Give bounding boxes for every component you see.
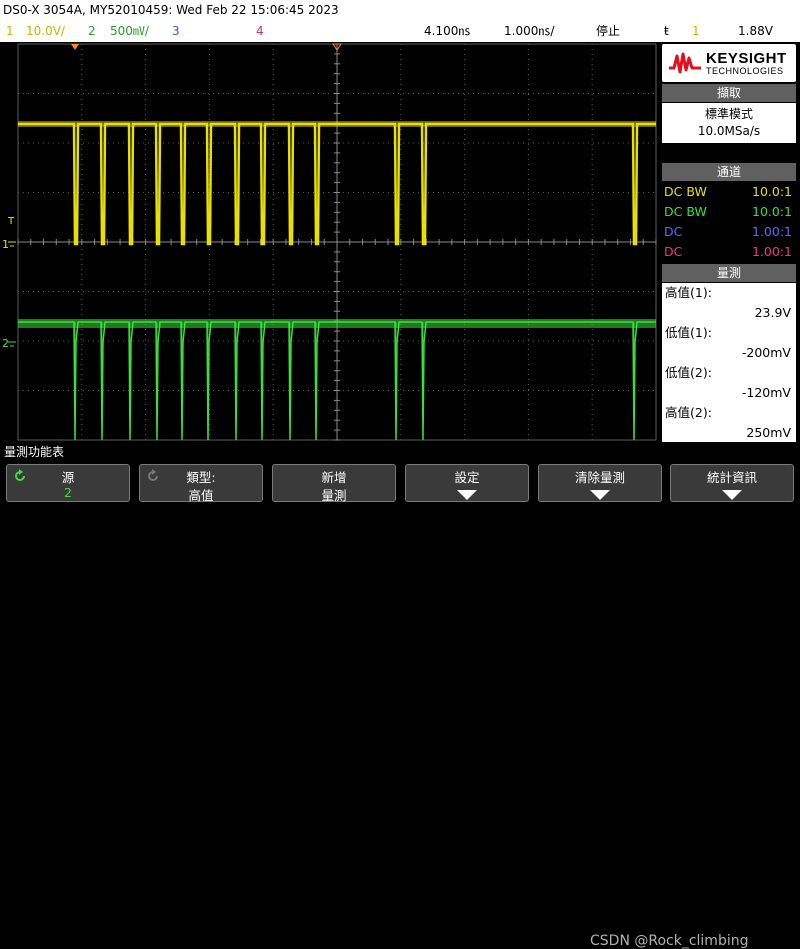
softkey-label: 清除量測 (574, 470, 625, 485)
softkey-value: 量測 (321, 488, 347, 503)
ch2-number[interactable]: 2 (88, 21, 96, 42)
ch4-probe: 1.00:1 (752, 244, 792, 259)
acq-header[interactable]: 擷取 (662, 84, 796, 102)
measure-value: -120mV (741, 385, 791, 400)
softkey-settings[interactable]: 設定 (405, 464, 529, 502)
waveform-graticule: T 1 2 (2, 43, 657, 441)
softkey-add-measure[interactable]: 新增 量測 (272, 464, 396, 503)
trigger-icon: ŧ (664, 24, 669, 38)
time-delay[interactable]: 4.100㎱ (424, 21, 470, 42)
submenu-arrow-icon (590, 490, 610, 500)
softkey-source[interactable]: 源 2 (6, 464, 130, 502)
measure-name: 高值(2): (665, 405, 712, 420)
softkey-statistics[interactable]: 統計資訊 (670, 464, 794, 502)
submenu-arrow-icon (722, 490, 742, 500)
ch2-probe: 10.0:1 (752, 204, 792, 219)
softkey-label: 源 (61, 470, 75, 485)
softkey-value: 高值 (188, 488, 214, 503)
ch1-ground-marker: 1 (2, 238, 9, 251)
softkey-label: 統計資訊 (706, 470, 757, 485)
time-scale[interactable]: 1.000㎱/ (504, 21, 554, 42)
measure-label-3: 低值(2): (662, 363, 796, 383)
right-sidebar: KEYSIGHT TECHNOLOGIES 擷取 標準模式 10.0MSa/s … (658, 42, 800, 442)
ch1-scale[interactable]: 10.0V/ (26, 21, 65, 42)
measure-name: 低值(2): (665, 365, 712, 380)
ch1-noise-band (18, 121, 656, 127)
ch2-ground-marker: 2 (2, 337, 9, 350)
run-state[interactable]: 停止 (596, 21, 620, 42)
softkey-label: 設定 (454, 470, 480, 485)
measure-value-4: 250mV (662, 423, 796, 442)
softkey-label: 新增 (321, 470, 347, 485)
acq-rate: 10.0MSa/s (697, 124, 761, 138)
trigger-position-marker (71, 44, 79, 50)
ch2-scale[interactable]: 500㎷/ (110, 21, 149, 42)
softkey-value: 2 (64, 485, 72, 500)
softkey-type[interactable]: 類型: 高值 (139, 464, 263, 503)
submenu-arrow-icon (457, 490, 477, 500)
window-title: DS0-X 3054A, MY52010459: Wed Feb 22 15:0… (0, 0, 800, 21)
softkey-clear-measure[interactable]: 清除量測 (538, 464, 662, 502)
channel-row-3[interactable]: DC 1.00:1 (662, 222, 796, 242)
brand-name: KEYSIGHT (706, 50, 787, 67)
brand-sub: TECHNOLOGIES (706, 66, 784, 76)
channel-row-1[interactable]: DC BW 10.0:1 (662, 182, 796, 202)
softkey-menu-title: 量測功能表 (0, 444, 800, 461)
measure-value-1: 23.9V (662, 303, 796, 323)
ch1-number[interactable]: 1 (6, 21, 14, 42)
channels-header[interactable]: 通道 (662, 163, 796, 181)
ch4-coupling: DC (664, 244, 683, 259)
channel-row-4[interactable]: DC 1.00:1 (662, 242, 796, 262)
channel-row-2[interactable]: DC BW 10.0:1 (662, 202, 796, 222)
measure-value: 23.9V (754, 305, 791, 320)
ch1-probe: 10.0:1 (752, 184, 792, 199)
measure-header[interactable]: 量測 (662, 264, 796, 282)
measure-label-2: 低值(1): (662, 323, 796, 343)
measure-value: -200mV (741, 345, 791, 360)
ch3-probe: 1.00:1 (752, 224, 792, 239)
acq-panel[interactable]: 標準模式 10.0MSa/s (662, 103, 796, 143)
status-bar: 1 10.0V/ 2 500㎷/ 3 4 4.100㎱ 1.000㎱/ 停止 ŧ… (0, 21, 800, 42)
ch3-number[interactable]: 3 (172, 21, 180, 42)
waveform-display[interactable]: T 1 2 (0, 42, 658, 442)
softkey-label: 類型: (186, 470, 216, 485)
trigger-level-marker: T (7, 216, 15, 227)
measure-value-2: -200mV (662, 343, 796, 363)
keysight-wave-icon (669, 52, 701, 74)
ch2-noise-band (18, 319, 656, 328)
trigger-level[interactable]: 1.88V (738, 21, 773, 42)
softkey-bar: 源 2 類型: 高值 新增 量測 設定 清除量測 統計資訊 CSDN @Rock… (0, 461, 800, 949)
ground-icon (8, 241, 16, 247)
ch3-coupling: DC (664, 224, 683, 239)
ch1-coupling: DC BW (664, 184, 707, 199)
measure-name: 高值(1): (665, 285, 712, 300)
watermark-text: CSDN @Rock_climbing (590, 933, 749, 949)
ch4-number[interactable]: 4 (256, 21, 264, 42)
measure-value: 250mV (746, 425, 791, 440)
measure-label-1: 高值(1): (662, 283, 796, 303)
trigger-channel[interactable]: 1 (692, 21, 700, 42)
measure-label-4: 高值(2): (662, 403, 796, 423)
ch2-coupling: DC BW (664, 204, 707, 219)
measure-name: 低值(1): (665, 325, 712, 340)
measure-value-3: -120mV (662, 383, 796, 403)
keysight-logo: KEYSIGHT TECHNOLOGIES (662, 44, 796, 82)
acq-mode: 標準模式 (704, 107, 753, 121)
ground-icon (8, 341, 16, 347)
